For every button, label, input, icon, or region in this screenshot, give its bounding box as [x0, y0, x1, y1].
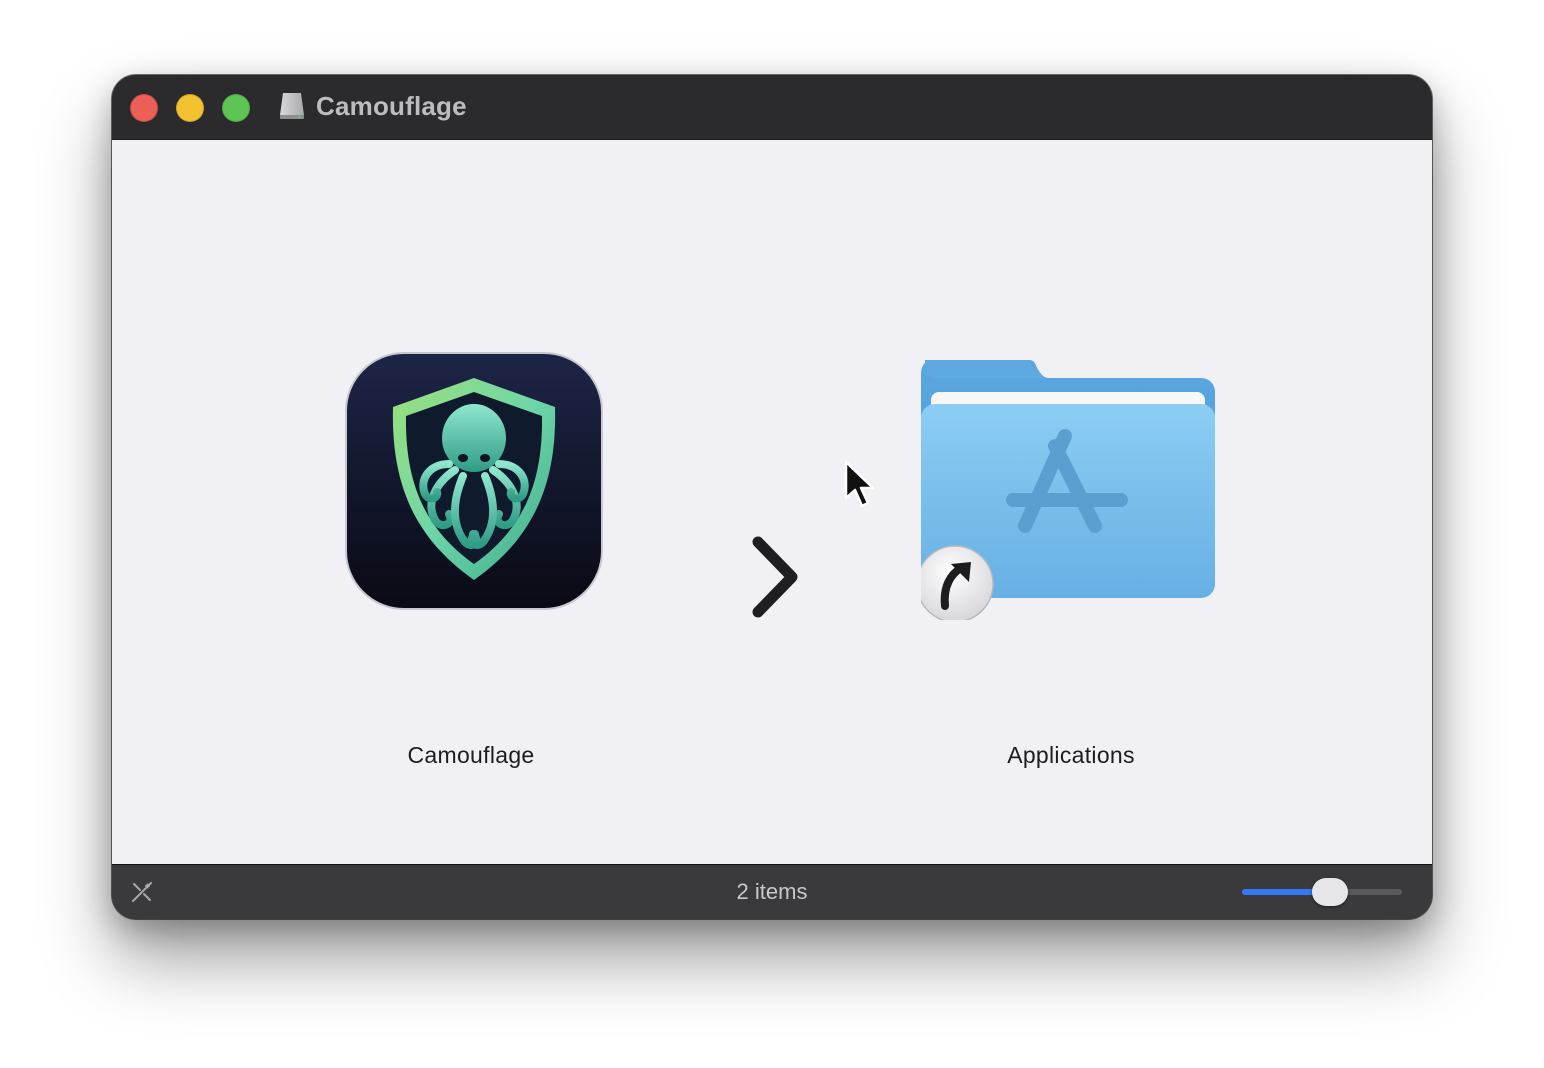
status-bar: 2 items	[112, 864, 1432, 919]
disk-image-icon	[280, 93, 304, 119]
close-button[interactable]	[130, 94, 158, 122]
slider-thumb[interactable]	[1312, 878, 1348, 906]
minimize-button[interactable]	[176, 94, 204, 122]
camouflage-label: Camouflage	[407, 742, 535, 768]
screen: Camouflage Camouflage Applications 2 ite…	[0, 0, 1544, 1068]
camouflage-app-icon[interactable]	[345, 352, 603, 610]
chevron-right-icon	[752, 536, 798, 618]
zoom-button[interactable]	[222, 94, 250, 122]
applications-label: Applications	[1007, 742, 1135, 768]
window-title: Camouflage	[316, 91, 467, 121]
item-count: 2 items	[736, 879, 808, 904]
dmg-content-area: Camouflage Applications	[112, 140, 1432, 864]
applications-folder-alias-icon[interactable]	[921, 348, 1231, 620]
icon-size-slider[interactable]	[1242, 877, 1402, 907]
title-bar[interactable]: Camouflage	[112, 75, 1432, 140]
finder-window: Camouflage Camouflage Applications 2 ite…	[112, 75, 1432, 919]
mouse-pointer-icon	[844, 460, 875, 508]
